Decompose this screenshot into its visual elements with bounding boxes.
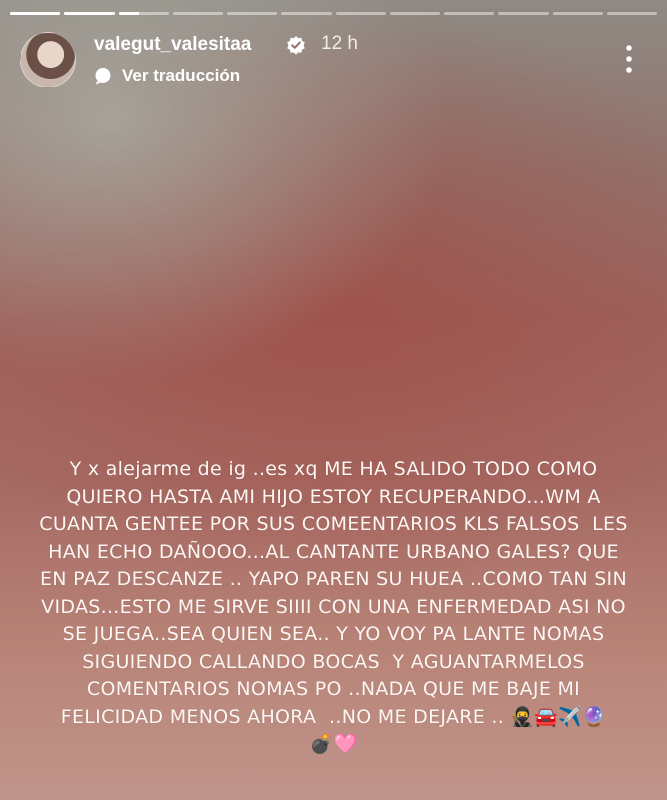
progress-segment (335, 12, 386, 15)
story-progress-bar (10, 12, 657, 16)
progress-segment-fill (64, 12, 115, 15)
username[interactable]: valegut_valesitaa (94, 34, 251, 56)
avatar[interactable] (20, 32, 76, 88)
progress-segment (227, 12, 278, 15)
progress-segment (281, 12, 332, 15)
translate-bubble-icon (95, 68, 111, 85)
progress-segment (606, 12, 657, 15)
progress-segment (118, 12, 169, 15)
post-time: 12 h (321, 33, 358, 54)
story-caption-text: Y x alejarme de ig ..es xq ME HA SALIDO … (39, 458, 628, 755)
verified-badge-icon (287, 36, 305, 55)
progress-segment (172, 12, 223, 15)
progress-segment-fill (10, 12, 61, 15)
translate-label: Ver traducción (122, 66, 241, 85)
progress-segment (552, 12, 603, 15)
story-header: valegut_valesitaa 12 h Ver traducción (20, 30, 647, 90)
more-options-icon[interactable] (625, 44, 633, 74)
progress-segment (498, 12, 549, 15)
progress-segment (444, 12, 495, 15)
progress-segment (64, 12, 115, 15)
progress-segment-fill (118, 12, 139, 15)
progress-segment (10, 12, 61, 15)
progress-segment (389, 12, 440, 15)
see-translation-button[interactable]: Ver traducción (94, 66, 240, 86)
